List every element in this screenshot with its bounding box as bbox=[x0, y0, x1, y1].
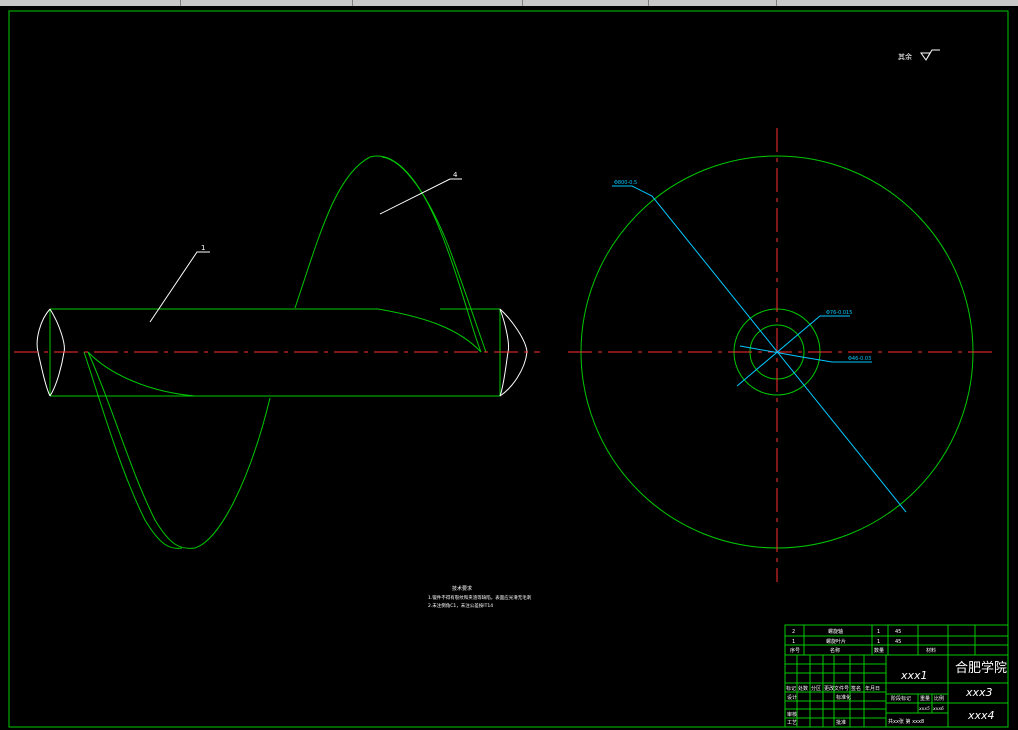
role-process: 工艺 bbox=[787, 720, 797, 726]
part-label-4: 4 bbox=[453, 171, 458, 179]
parts-qty-1: 1 bbox=[877, 639, 880, 645]
drawing-border bbox=[8, 10, 1009, 728]
parts-material-1: 45 bbox=[895, 639, 901, 645]
surface-finish-label: 其余 bbox=[898, 52, 912, 61]
parts-seq-2: 2 bbox=[792, 629, 795, 635]
drawing-extra: xxx4 bbox=[967, 709, 995, 722]
scale-label: 比例 bbox=[934, 695, 944, 702]
parts-name-2: 螺旋轴 bbox=[828, 628, 843, 635]
weight-label: 重量 bbox=[920, 695, 930, 702]
cad-drawing-canvas[interactable]: 1 4 Φ800-0.5 Φ76-0.015 Φ46-0.03 其余 技术要求 … bbox=[0, 6, 1018, 730]
drawing-name: xxx1 bbox=[900, 669, 928, 682]
dimension-outer-diameter: Φ800-0.5 bbox=[614, 180, 637, 186]
sheet-count: 共xx张 第 xxx8 bbox=[888, 718, 924, 725]
role-approve: 批准 bbox=[836, 719, 846, 726]
rev-col-sign: 签名 bbox=[851, 685, 861, 692]
notes-title: 技术要求 bbox=[452, 585, 472, 592]
scale-value: xxx6 bbox=[932, 706, 944, 712]
parts-material-2: 45 bbox=[895, 629, 901, 635]
parts-header-seq: 序号 bbox=[790, 647, 800, 654]
part-leaders bbox=[149, 178, 462, 323]
parts-header-qty: 数量 bbox=[874, 647, 884, 654]
part-label-1: 1 bbox=[201, 244, 205, 252]
rev-col-zone: 分区 bbox=[811, 685, 821, 692]
parts-header-material: 材料 bbox=[926, 647, 936, 654]
weight-value: xxx5 bbox=[918, 706, 930, 712]
parts-name-1: 螺旋叶片 bbox=[826, 638, 846, 645]
rev-col-count: 处数 bbox=[798, 685, 808, 692]
dimension-hub-diameter: Φ76-0.015 bbox=[826, 310, 852, 316]
drawing-number: xxx3 bbox=[965, 686, 993, 699]
school-name: 合肥学院 bbox=[955, 660, 1007, 676]
parts-qty-2: 1 bbox=[877, 629, 880, 635]
dimension-lines bbox=[612, 185, 907, 513]
parts-seq-1: 1 bbox=[792, 639, 795, 645]
technical-notes: 技术要求 1.锻件不得有裂纹和夹渣等缺陷，表面应光滑无毛刺 2.未注倒角C1，未… bbox=[428, 585, 532, 609]
dimension-bore-diameter: Φ46-0.03 bbox=[848, 356, 871, 362]
notes-line-2: 2.未注倒角C1，未注公差按IT14 bbox=[428, 602, 493, 609]
notes-line-1: 1.锻件不得有裂纹和夹渣等缺陷，表面应光滑无毛刺 bbox=[428, 594, 532, 601]
rev-col-doc: 更改文件号 bbox=[824, 685, 849, 692]
role-standard: 标准化 bbox=[836, 694, 851, 701]
role-design: 设计 bbox=[787, 694, 797, 701]
stage-mark-label: 阶段标记 bbox=[891, 695, 911, 702]
rev-col-mark: 标记 bbox=[786, 685, 796, 692]
rev-col-date: 年月日 bbox=[865, 685, 880, 692]
roughness-icon bbox=[920, 49, 940, 61]
parts-header-name: 名称 bbox=[830, 647, 840, 654]
role-check: 审核 bbox=[787, 711, 797, 718]
